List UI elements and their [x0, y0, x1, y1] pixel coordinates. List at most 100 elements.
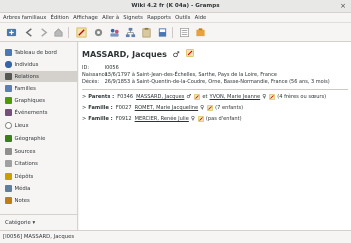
sidebar-item-relations[interactable]: Relations: [0, 71, 78, 82]
tools-icon[interactable]: [194, 26, 206, 38]
female-icon: ♀: [262, 94, 267, 100]
edit-icon[interactable]: [198, 116, 204, 122]
geography-icon: [5, 135, 12, 142]
birth-value: 13/6/1797 à Saint-Jean-des-Échelles, Sar…: [104, 72, 277, 78]
window-title: Wiki 4.2 fr (K 04a) - Gramps: [131, 3, 220, 9]
person-id-row: ID: I0056: [82, 65, 119, 71]
edit-icon[interactable]: [75, 26, 87, 38]
id-label: ID:: [82, 65, 90, 71]
edit-icon[interactable]: [269, 94, 275, 100]
sidebar-item-label: Géographie: [14, 135, 46, 142]
family-id: F0912: [115, 116, 132, 122]
relation-row-family: > Famille : F0027 ROMET, Marie Jacquelin…: [82, 105, 243, 111]
places-icon: [5, 122, 12, 129]
person-link[interactable]: YVON, Marie Jeanne: [209, 94, 260, 100]
death-value: 26/9/1853 à Saint-Quentin-de-la-Coudre, …: [104, 79, 330, 85]
toolbar: [0, 23, 351, 42]
people-icon[interactable]: [108, 26, 120, 38]
sidebar-item-label: Individus: [14, 61, 39, 68]
children-count: (7 enfants): [215, 105, 244, 111]
family-id: F0027: [115, 105, 132, 111]
status-bar: [I0056] MASSARD, Jacques: [0, 230, 351, 243]
family-id: F0346: [117, 94, 134, 100]
settings-icon[interactable]: [92, 26, 104, 38]
death-label: Décès:: [82, 79, 100, 85]
sidebar-item-label: Dépôts: [14, 173, 34, 180]
person-name: MASSARD, Jacques: [82, 50, 167, 59]
relation-label: Famille :: [88, 105, 113, 111]
joiner-text: et: [202, 94, 208, 100]
expand-arrow-icon[interactable]: >: [82, 116, 86, 122]
relation-label: Famille :: [88, 116, 113, 122]
menu-signets[interactable]: Signets: [123, 15, 143, 21]
menu-affichage[interactable]: Affichage: [73, 15, 98, 21]
sidebar-item-evenements[interactable]: Événements: [0, 107, 78, 118]
edit-icon[interactable]: [194, 94, 201, 100]
menu-outils[interactable]: Outils: [175, 15, 190, 21]
clipboard-icon[interactable]: [140, 26, 152, 38]
menu-edition[interactable]: Édition: [51, 15, 69, 21]
expand-arrow-icon[interactable]: >: [82, 94, 86, 100]
sibling-count: (4 frères ou sœurs): [277, 94, 327, 100]
birth-label: Naissance:: [82, 72, 110, 78]
sidebar-item-label: Notes: [14, 197, 30, 204]
sidebar-item-familles[interactable]: Familles: [0, 83, 78, 94]
sidebar-item-label: Événements: [14, 109, 48, 116]
edit-person-icon[interactable]: [186, 49, 194, 57]
male-icon: ♂: [172, 50, 180, 59]
relationship-view: MASSARD, Jacques ♂ ID: I0056 Naissance: …: [79, 42, 351, 230]
female-icon: ♀: [200, 105, 205, 111]
menu-aller-a[interactable]: Aller à: [102, 15, 119, 21]
sidebar-item-label: Relations: [14, 73, 39, 80]
section-divider: [82, 89, 348, 90]
male-icon: ♂: [186, 94, 192, 100]
add-icon[interactable]: [5, 26, 17, 38]
close-window-button[interactable]: ×: [340, 2, 346, 10]
person-link[interactable]: ROMET, Marie Jacqueline: [135, 105, 199, 111]
dashboard-icon: [5, 49, 12, 56]
sidebar-item-label: Sources: [14, 148, 36, 155]
sidebar-item-graphiques[interactable]: Graphiques: [0, 95, 78, 106]
sidebar-item-label: Média: [14, 185, 31, 192]
relation-label: Parents :: [88, 94, 115, 100]
sidebar-item-label: Lieux: [14, 122, 29, 129]
home-icon[interactable]: [52, 26, 64, 38]
menu-aide[interactable]: Aide: [195, 15, 207, 21]
sidebar-item-depots[interactable]: Dépôts: [0, 171, 78, 182]
relationships-icon: [5, 73, 12, 80]
sources-icon: [5, 148, 12, 155]
list-icon[interactable]: [178, 26, 190, 38]
active-person-header: MASSARD, Jacques ♂: [82, 49, 196, 59]
media-icon: [5, 185, 12, 192]
sidebar-item-lieux[interactable]: Lieux: [0, 120, 78, 131]
charts-icon: [5, 97, 12, 104]
repositories-icon: [5, 173, 12, 180]
category-selector[interactable]: Catégorie ▾: [0, 214, 78, 230]
children-count: (pas d'enfant): [205, 116, 242, 122]
relation-row-parents: > Parents : F0346 MASSARD, Jacques ♂ et …: [82, 94, 326, 100]
family-icon: [5, 85, 12, 92]
sidebar-item-citations[interactable]: Citations: [0, 158, 78, 169]
expand-arrow-icon[interactable]: >: [82, 105, 86, 111]
navigator-sidebar: Tableau de bord Individus Relations Fami…: [0, 42, 78, 230]
forward-icon[interactable]: [37, 26, 49, 38]
sidebar-item-tableau-de-bord[interactable]: Tableau de bord: [0, 47, 78, 58]
back-icon[interactable]: [23, 26, 35, 38]
sidebar-item-label: Familles: [14, 85, 36, 92]
sidebar-item-notes[interactable]: Notes: [0, 195, 78, 206]
tree-icon[interactable]: [124, 26, 136, 38]
person-link[interactable]: MASSARD, Jacques: [136, 94, 184, 100]
sidebar-item-geographie[interactable]: Géographie: [0, 133, 78, 144]
menu-rapports[interactable]: Rapports: [147, 15, 171, 21]
events-icon: [5, 109, 12, 116]
toolbar-separator: [172, 27, 173, 38]
sidebar-item-media[interactable]: Média: [0, 183, 78, 194]
sidebar-item-individus[interactable]: Individus: [0, 59, 78, 70]
menu-arbres-familiaux[interactable]: Arbres familiaux: [3, 15, 46, 21]
sidebar-item-sources[interactable]: Sources: [0, 146, 78, 157]
book-icon[interactable]: [156, 26, 168, 38]
notes-icon: [5, 197, 12, 204]
person-link[interactable]: MERCIER, Renée Julie: [135, 116, 189, 122]
edit-icon[interactable]: [207, 105, 213, 111]
person-icon: [5, 61, 12, 68]
